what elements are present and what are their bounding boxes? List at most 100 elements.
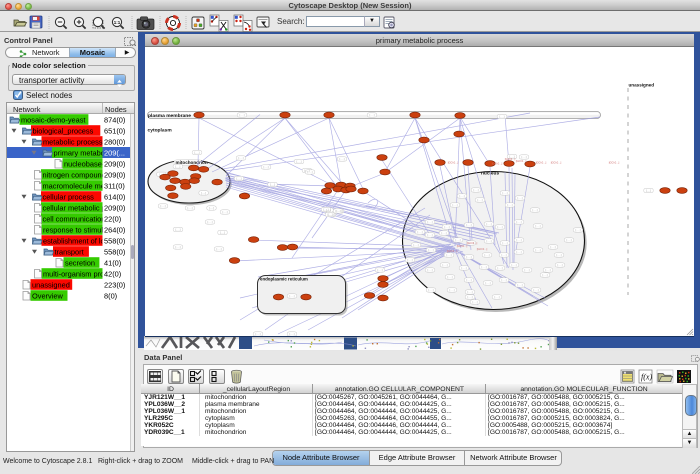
svg-text:[....]: [....]	[427, 220, 432, 224]
svg-text:[GO:0...]: [GO:0...]	[609, 161, 620, 165]
svg-text:[....]: [....]	[323, 208, 328, 212]
svg-text:558(0): 558(0)	[104, 236, 125, 245]
svg-text:1:1: 1:1	[114, 20, 121, 25]
svg-text:[....]: [....]	[575, 228, 580, 232]
svg-text:[....]: [....]	[535, 224, 540, 228]
svg-text:[....]: [....]	[557, 263, 562, 267]
svg-text:[....]: [....]	[335, 209, 340, 213]
svg-text:[GO:0...]: [GO:0...]	[536, 161, 547, 165]
svg-text:[....]: [....]	[449, 288, 454, 292]
svg-text:[GO:0...]: [GO:0...]	[448, 161, 459, 165]
svg-text:[....]: [....]	[466, 278, 471, 282]
svg-text:[....]: [....]	[417, 230, 422, 234]
svg-text:[....]: [....]	[407, 258, 412, 262]
svg-text:[....]: [....]	[413, 243, 418, 247]
svg-text:[....]: [....]	[427, 233, 432, 237]
svg-text:[....]: [....]	[270, 183, 275, 187]
svg-text:[GO:0...]: [GO:0...]	[516, 159, 527, 163]
svg-text:22(0): 22(0)	[104, 214, 121, 223]
svg-text:[....]: [....]	[222, 210, 227, 214]
svg-text:[....]: [....]	[501, 253, 506, 257]
svg-text:plasma membrane: plasma membrane	[148, 113, 191, 119]
svg-text:[....]: [....]	[550, 245, 555, 249]
svg-text:[....]: [....]	[207, 220, 212, 224]
svg-text:[....]: [....]	[545, 268, 550, 272]
svg-text:[GO:0...]: [GO:0...]	[505, 157, 516, 161]
svg-text:[GO:0...]: [GO:0...]	[551, 161, 562, 165]
svg-text:cytoplasm: cytoplasm	[148, 128, 173, 134]
svg-text:Overview: Overview	[32, 291, 63, 300]
svg-text:[....]: [....]	[220, 231, 225, 235]
svg-text:endoplasmic reticulum: endoplasmic reticulum	[260, 277, 308, 282]
svg-text:42(0): 42(0)	[104, 269, 121, 278]
svg-text:[....]: [....]	[428, 288, 433, 292]
svg-text:[....]: [....]	[442, 263, 447, 267]
svg-text:[....]: [....]	[494, 295, 499, 299]
svg-text:[....]: [....]	[516, 220, 521, 224]
svg-text:[....]: [....]	[289, 332, 294, 336]
svg-text:[....]: [....]	[428, 248, 433, 252]
svg-text:cell communication: cell communication	[43, 214, 106, 223]
svg-text:[....]: [....]	[459, 194, 464, 198]
svg-text:[GO:0...]: [GO:0...]	[477, 247, 488, 251]
svg-text:[....]: [....]	[472, 300, 477, 304]
svg-text:[....]: [....]	[447, 275, 452, 279]
svg-text:209(0): 209(0)	[104, 203, 125, 212]
svg-text:[....]: [....]	[467, 295, 472, 299]
svg-text:874(0): 874(0)	[104, 115, 125, 124]
svg-text:209(0): 209(0)	[104, 159, 125, 168]
svg-text:[....]: [....]	[377, 268, 382, 272]
svg-text:transport: transport	[55, 247, 84, 256]
svg-text:558(0): 558(0)	[104, 247, 125, 256]
svg-text:[....]: [....]	[466, 255, 471, 259]
svg-text:651(0): 651(0)	[104, 126, 125, 135]
svg-text:209(0): 209(0)	[104, 170, 125, 179]
svg-text:[....]: [....]	[216, 247, 221, 251]
svg-text:[....]: [....]	[307, 170, 312, 174]
svg-text:[....]: [....]	[452, 203, 457, 207]
svg-text:f(x): f(x)	[641, 373, 652, 382]
svg-text:[....]: [....]	[497, 225, 502, 229]
svg-text:[....]: [....]	[209, 206, 214, 210]
svg-text:[....]: [....]	[517, 196, 522, 200]
svg-text:[....]: [....]	[486, 239, 491, 243]
svg-text:cellular process: cellular process	[43, 192, 95, 201]
svg-text:311(0): 311(0)	[104, 181, 125, 190]
svg-text:[....]: [....]	[263, 165, 268, 169]
svg-text:[....]: [....]	[427, 268, 432, 272]
svg-text:[....]: [....]	[239, 113, 244, 117]
svg-text:[....]: [....]	[484, 253, 489, 257]
svg-text:cellular metabolic pr: cellular metabolic pr	[43, 203, 109, 212]
svg-text:[....]: [....]	[516, 238, 521, 242]
svg-text:[....]: [....]	[497, 266, 502, 270]
svg-text:[....]: [....]	[187, 206, 192, 210]
svg-text:[....]: [....]	[194, 151, 199, 155]
svg-text:[....]: [....]	[556, 253, 561, 257]
svg-text:8(0): 8(0)	[104, 291, 117, 300]
svg-text:[....]: [....]	[461, 266, 466, 270]
svg-text:[....]: [....]	[255, 332, 260, 336]
svg-text:[....]: [....]	[542, 273, 547, 277]
svg-text:209(...: 209(...	[104, 148, 125, 157]
svg-text:unassigned: unassigned	[32, 280, 70, 289]
svg-text:[....]: [....]	[533, 288, 538, 292]
svg-text:[....]: [....]	[296, 160, 301, 164]
svg-text:[....]: [....]	[441, 231, 446, 235]
svg-text:[....]: [....]	[511, 263, 516, 267]
svg-text:[....]: [....]	[327, 213, 332, 217]
svg-text:[GO:0...]: [GO:0...]	[492, 162, 503, 166]
svg-text:280(0): 280(0)	[104, 137, 125, 146]
svg-text:[....]: [....]	[339, 157, 344, 161]
svg-text:[....]: [....]	[532, 208, 537, 212]
svg-text:[....]: [....]	[289, 294, 294, 298]
svg-text:[....]: [....]	[446, 253, 451, 257]
svg-text:[....]: [....]	[646, 189, 651, 193]
svg-text:[....]: [....]	[369, 113, 374, 117]
svg-text:[....]: [....]	[236, 177, 241, 181]
svg-text:[....]: [....]	[175, 245, 180, 249]
svg-text:[GO:0...]: [GO:0...]	[467, 241, 478, 245]
svg-text:[....]: [....]	[535, 248, 540, 252]
svg-text:[....]: [....]	[499, 115, 504, 119]
svg-text:[....]: [....]	[566, 238, 571, 242]
svg-text:223(0): 223(0)	[104, 280, 125, 289]
